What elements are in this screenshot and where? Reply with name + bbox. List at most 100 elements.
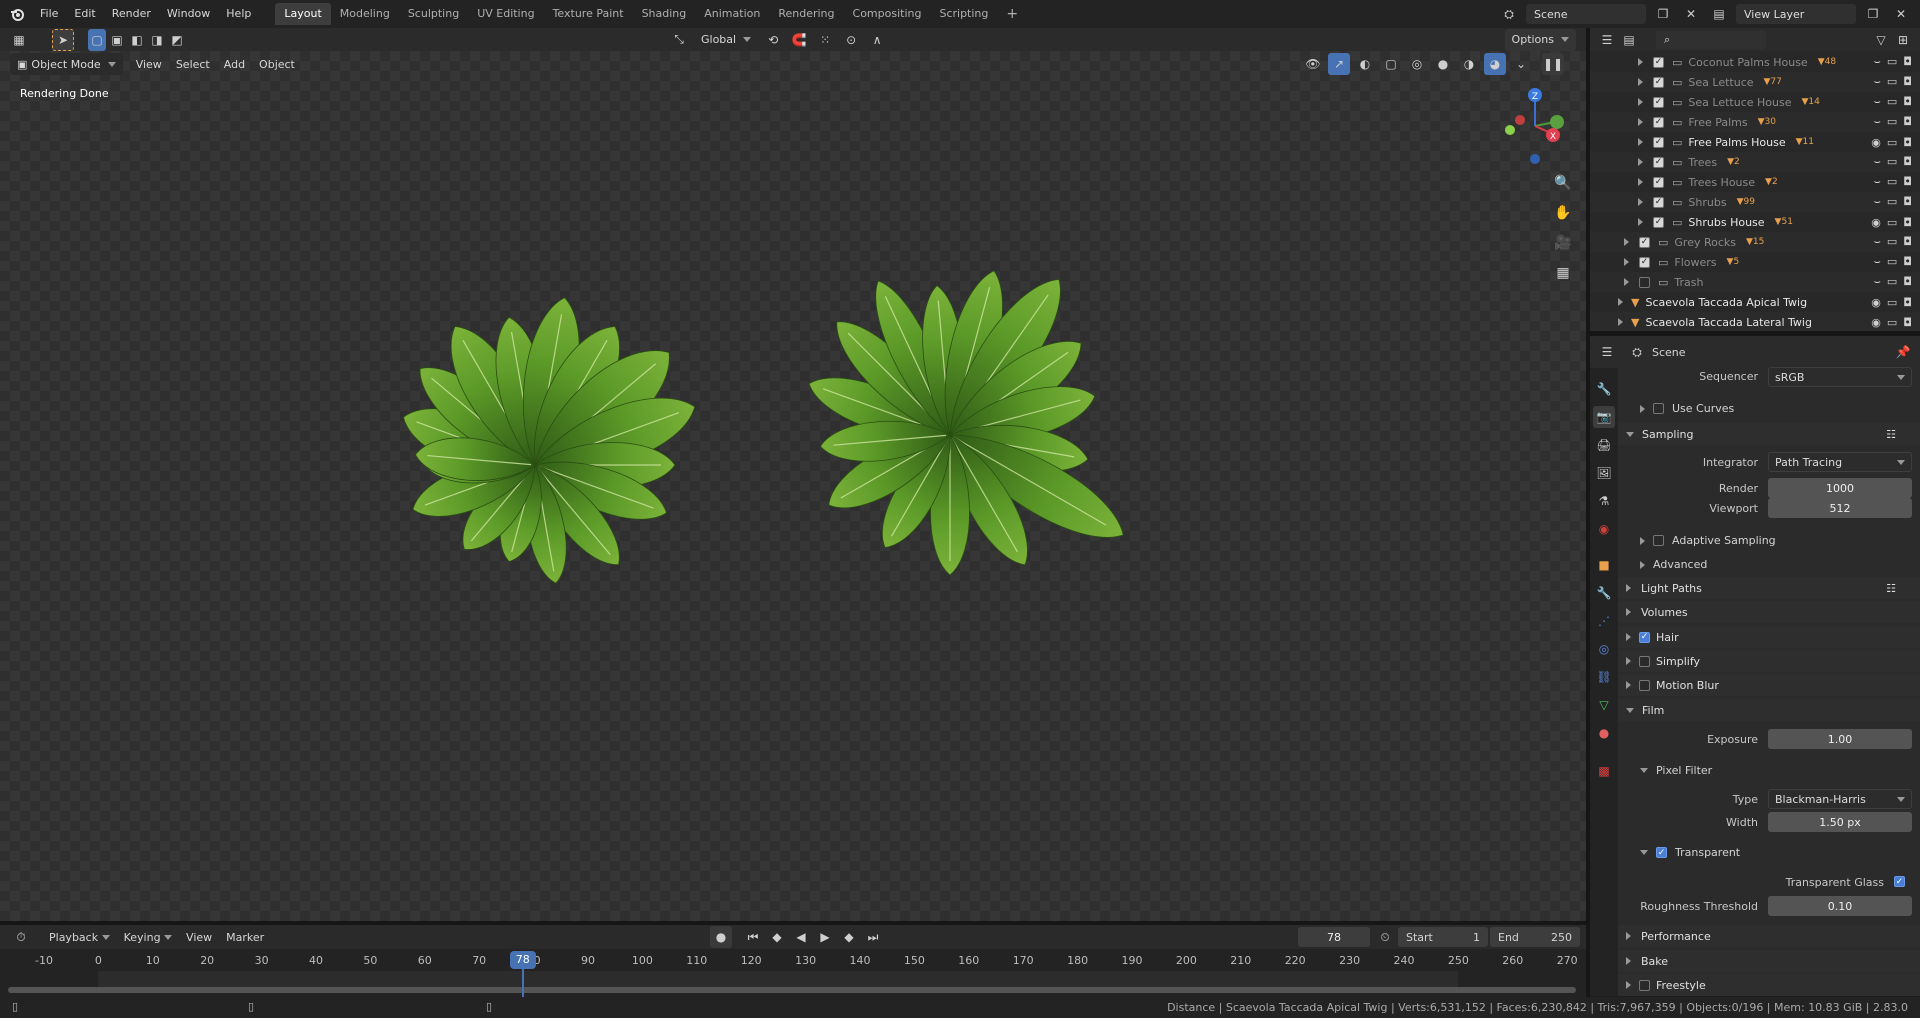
menu-object[interactable]: Object [252,53,302,75]
pause-render-icon[interactable]: ❚❚ [1542,53,1564,75]
constraints-tab-icon[interactable]: ⛓ [1593,666,1615,688]
orientation-dropdown[interactable]: Global [694,29,758,51]
menu-edit[interactable]: Edit [66,3,103,25]
current-frame-field[interactable]: 78 [1298,927,1370,947]
outliner-item-name[interactable]: Scaevola Taccada Lateral Twig [1645,316,1811,329]
render-tab-icon[interactable]: 📷 [1593,406,1615,428]
expand-icon[interactable] [1624,258,1629,266]
section-motion-blur[interactable]: Motion Blur [1618,674,1920,696]
camera-icon[interactable]: ◘ [1903,55,1912,69]
motion-blur-checkbox[interactable] [1639,679,1650,691]
hair-checkbox[interactable]: ✓ [1639,631,1650,643]
menu-select[interactable]: Select [169,53,217,75]
shading-rendered-icon[interactable]: ◕ [1484,53,1506,75]
camera-icon[interactable]: ◘ [1903,255,1912,269]
monitor-icon[interactable]: ▭ [1887,55,1897,69]
render-samples-field[interactable]: 1000 [1768,478,1912,498]
section-light-paths[interactable]: Light Paths ☷ [1618,577,1920,599]
outliner-item-name[interactable]: Free Palms House [1688,136,1785,149]
snap-target-icon[interactable]: ⁙ [814,29,836,51]
outliner-row[interactable]: ✓ ▭ Shrubs House ▼51 ◉ ▭ ◘ [1590,212,1920,232]
scene-field[interactable]: Scene [1526,4,1646,24]
select-invert-icon[interactable]: ◨ [148,29,166,51]
outliner-item-name[interactable]: Shrubs House [1688,216,1764,229]
outliner-search-input[interactable]: ⌕ [1656,30,1766,49]
outliner-item-name[interactable]: Trash [1674,276,1703,289]
outliner-item-name[interactable]: Trees [1688,156,1717,169]
section-sampling[interactable]: Sampling ☷ [1618,423,1920,445]
list-icon[interactable]: ☷ [1886,428,1896,441]
expand-icon[interactable] [1638,118,1643,126]
tool-tab-icon[interactable]: 🔧 [1593,378,1615,400]
section-volumes[interactable]: Volumes [1618,601,1920,623]
shading-solid-icon[interactable]: ● [1432,53,1454,75]
eye-icon[interactable]: ⌣ [1874,235,1881,249]
zoom-icon[interactable]: 🔍 [1552,172,1574,194]
outliner-row[interactable]: ▭ Trash ⌣ ▭ ◘ [1590,272,1920,292]
tab-rendering[interactable]: Rendering [769,3,843,25]
monitor-icon[interactable]: ▭ [1887,95,1897,109]
copy-icon[interactable]: ❐ [1862,3,1884,25]
menu-keying[interactable]: Keying [117,926,179,948]
tab-animation[interactable]: Animation [695,3,769,25]
integrator-dropdown[interactable]: Path Tracing [1768,452,1912,472]
outliner-row[interactable]: ✓ ▭ Trees ▼2 ⌣ ▭ ◘ [1590,152,1920,172]
collection-checkbox[interactable]: ✓ [1653,96,1664,108]
outliner-row[interactable]: ▼ Scaevola Taccada Apical Twig ◉ ▭ ◘ [1590,292,1920,312]
pan-hand-icon[interactable]: ✋ [1552,202,1574,224]
section-hair[interactable]: ✓ Hair [1618,626,1920,648]
filter-width-field[interactable]: 1.50 px [1768,812,1912,832]
monitor-icon[interactable]: ▭ [1887,296,1897,309]
prev-keyframe-icon[interactable]: ◆ [766,926,788,948]
view-layer-field[interactable]: View Layer [1736,4,1856,24]
pin-icon[interactable]: 📌 [1892,341,1914,363]
copy-icon[interactable]: ❐ [1652,3,1674,25]
menu-add[interactable]: Add [217,53,252,75]
monitor-icon[interactable]: ▭ [1887,195,1897,209]
expand-icon[interactable] [1618,298,1623,306]
menu-help[interactable]: Help [218,3,259,25]
expand-icon[interactable] [1624,238,1629,246]
view-layer-tab-icon[interactable]: 🖼 [1593,462,1615,484]
outliner-item-name[interactable]: Grey Rocks [1674,236,1736,249]
eye-icon[interactable]: ◉ [1871,296,1881,309]
outliner-item-name[interactable]: Trees House [1688,176,1755,189]
options-dropdown[interactable]: Options [1504,28,1576,51]
tab-shading[interactable]: Shading [633,3,696,25]
play-reverse-icon[interactable]: ◀ [790,926,812,948]
add-workspace-button[interactable]: + [997,3,1027,25]
use-curves-checkbox[interactable] [1653,403,1664,414]
start-frame-field[interactable]: Start 1 [1398,927,1488,947]
transparent-checkbox[interactable]: ✓ [1656,847,1667,858]
eye-icon[interactable]: ⌣ [1874,115,1881,129]
scene-tab-icon[interactable]: ⚗ [1593,490,1615,512]
eye-icon[interactable]: ⌣ [1874,95,1881,109]
outliner-item-name[interactable]: Scaevola Taccada Apical Twig [1645,296,1807,309]
adaptive-sampling-checkbox[interactable] [1653,535,1664,546]
expand-icon[interactable] [1638,198,1643,206]
output-tab-icon[interactable]: 🖨 [1593,434,1615,456]
proportional-edit-icon[interactable]: ⊙ [840,29,862,51]
outliner-row[interactable]: ✓ ▭ Free Palms House ▼11 ◉ ▭ ◘ [1590,132,1920,152]
freestyle-checkbox[interactable] [1639,979,1650,991]
close-icon[interactable]: ✕ [1680,3,1702,25]
outliner-row[interactable]: ✓ ▭ Free Palms ▼30 ⌣ ▭ ◘ [1590,112,1920,132]
stopwatch-icon[interactable]: ⏲ [1374,926,1396,948]
advanced-row[interactable]: Advanced [1640,558,1707,571]
menu-window[interactable]: Window [159,3,218,25]
visibility-icon[interactable]: 👁 [1302,53,1324,75]
sequencer-dropdown[interactable]: sRGB [1768,367,1912,387]
menu-file[interactable]: File [32,3,66,25]
adaptive-sampling-row[interactable]: Adaptive Sampling [1640,534,1776,547]
menu-render[interactable]: Render [104,3,159,25]
eye-icon[interactable]: ⌣ [1874,175,1881,189]
expand-icon[interactable] [1638,158,1643,166]
expand-icon[interactable] [1638,178,1643,186]
section-performance[interactable]: Performance [1618,925,1920,947]
collection-checkbox[interactable]: ✓ [1639,256,1650,268]
monitor-icon[interactable]: ▭ [1887,155,1897,169]
properties-editor-icon[interactable]: ☰ [1596,341,1618,363]
eye-icon[interactable]: ⌣ [1874,55,1881,69]
perspective-grid-icon[interactable]: ▦ [1552,262,1574,284]
tab-compositing[interactable]: Compositing [844,3,931,25]
